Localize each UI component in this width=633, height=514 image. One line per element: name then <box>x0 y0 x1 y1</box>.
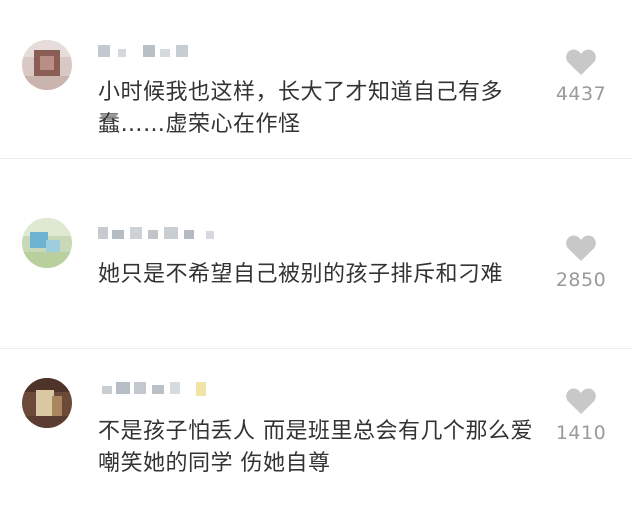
username-blurred[interactable] <box>98 382 218 398</box>
like-button[interactable]: 4437 <box>546 48 616 105</box>
avatar[interactable] <box>22 40 72 90</box>
like-button[interactable]: 1410 <box>546 387 616 444</box>
like-count: 4437 <box>555 83 607 105</box>
comment-text: 她只是不希望自己被别的孩子排斥和刁难 <box>98 262 504 287</box>
heart-icon <box>566 235 596 261</box>
heart-icon <box>566 49 596 75</box>
avatar[interactable] <box>22 378 72 428</box>
like-count: 1410 <box>555 422 607 444</box>
like-button[interactable]: 2850 <box>546 234 616 291</box>
comment-text: 小时候我也这样，长大了才知道自己有多蠢……虚荣心在作怪 <box>98 80 504 137</box>
username-blurred[interactable] <box>98 227 218 243</box>
heart-icon <box>566 388 596 414</box>
username-blurred[interactable] <box>98 45 218 61</box>
comment-item: 小时候我也这样，长大了才知道自己有多蠢……虚荣心在作怪 4437 <box>0 0 633 170</box>
avatar[interactable] <box>22 218 72 268</box>
divider <box>0 158 633 159</box>
comment-text: 不是孩子怕丢人 而是班里总会有几个那么爱嘲笑她的同学 伤她自尊 <box>98 419 533 476</box>
comment-item: 不是孩子怕丢人 而是班里总会有几个那么爱嘲笑她的同学 伤她自尊 1410 <box>0 344 633 514</box>
like-count: 2850 <box>555 269 607 291</box>
comment-item: 她只是不希望自己被别的孩子排斥和刁难 2850 <box>0 170 633 340</box>
